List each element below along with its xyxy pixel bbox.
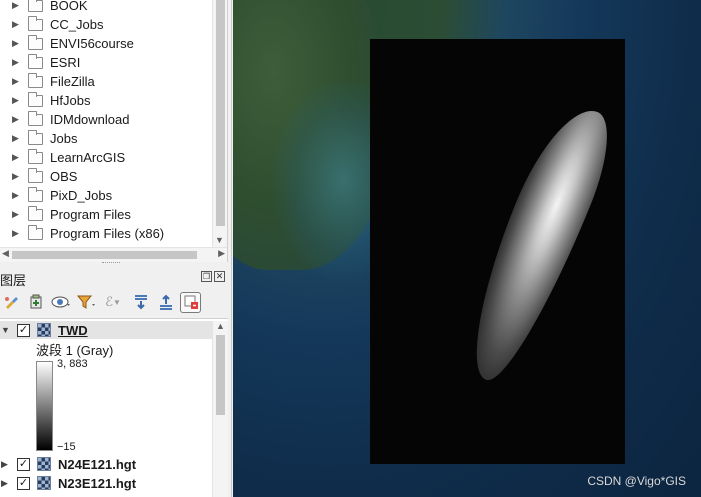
- watermark: CSDN @Vigo*GIS: [587, 474, 686, 488]
- collapse-all-icon[interactable]: [155, 292, 176, 313]
- layers-toolbar: ℰ ▼: [0, 290, 230, 314]
- color-ramp-legend: [36, 361, 53, 451]
- expand-arrow-icon[interactable]: ▶: [12, 76, 22, 87]
- browser-item[interactable]: ▶ BOOK: [0, 0, 212, 15]
- dem-island-relief: [450, 96, 624, 392]
- expand-arrow-icon[interactable]: ▶: [12, 152, 22, 163]
- folder-icon: [28, 53, 43, 69]
- scroll-up-icon[interactable]: ▲: [216, 321, 225, 331]
- folder-icon: [28, 205, 43, 221]
- map-canvas[interactable]: CSDN @Vigo*GIS: [233, 0, 701, 497]
- expand-arrow-icon[interactable]: ▶: [1, 459, 11, 470]
- folder-icon: [28, 0, 43, 12]
- layer-row-n24e121[interactable]: ▶ ✓ N24E121.hgt: [0, 455, 136, 473]
- splitter-handle[interactable]: [102, 262, 120, 266]
- expand-arrow-icon[interactable]: ▶: [12, 133, 22, 144]
- remove-layer-icon[interactable]: [180, 291, 201, 313]
- left-panel: ▶ BOOK ▶ CC_Jobs ▶ ENVI56course ▶ ESRI ▶ File…: [0, 0, 232, 497]
- expand-arrow-icon[interactable]: ▶: [12, 190, 22, 201]
- band-label: 波段 1 (Gray): [36, 343, 114, 358]
- expand-all-icon[interactable]: [130, 292, 151, 313]
- layer-name[interactable]: N23E121.hgt: [58, 476, 136, 491]
- browser-item[interactable]: ▶ ENVI56course: [0, 34, 212, 53]
- browser-item[interactable]: ▶ Jobs: [0, 129, 212, 148]
- layer-tree-scrollbar[interactable]: ▲: [212, 321, 228, 497]
- dem-raster-extent: [370, 39, 625, 464]
- folder-icon: [28, 129, 43, 145]
- add-group-icon[interactable]: [25, 292, 46, 313]
- raster-layer-icon: [37, 323, 51, 337]
- expand-arrow-icon[interactable]: ▶: [12, 114, 22, 125]
- folder-icon: [28, 148, 43, 164]
- folder-icon: [28, 72, 43, 88]
- scroll-right-icon[interactable]: ▶: [218, 248, 225, 259]
- browser-horizontal-scrollbar[interactable]: ◀ ▶: [0, 247, 227, 262]
- layer-visibility-checkbox[interactable]: ✓: [17, 323, 30, 337]
- folder-icon: [28, 91, 43, 107]
- layer-row-n23e121[interactable]: ▶ ✓ N23E121.hgt: [0, 474, 136, 492]
- expand-arrow-icon[interactable]: ▶: [12, 57, 22, 68]
- expression-filter-icon[interactable]: ℰ ▼: [100, 292, 126, 313]
- layer-visibility-checkbox[interactable]: ✓: [17, 476, 30, 490]
- expand-arrow-icon[interactable]: ▶: [12, 228, 22, 239]
- folder-icon: [28, 34, 43, 50]
- expand-arrow-icon[interactable]: ▶: [12, 171, 22, 182]
- folder-icon: [28, 15, 43, 31]
- ramp-min-value: −15: [57, 441, 76, 453]
- expand-arrow-icon[interactable]: ▶: [12, 19, 22, 30]
- close-icon[interactable]: ✕: [214, 271, 225, 282]
- visibility-icon[interactable]: [50, 292, 71, 313]
- browser-item[interactable]: ▶ Program Files (x86): [0, 224, 212, 243]
- folder-icon: [28, 167, 43, 183]
- browser-item[interactable]: ▶ LearnArcGIS: [0, 148, 212, 167]
- float-panel-icon[interactable]: ❐: [201, 271, 212, 282]
- layer-name[interactable]: TWD: [58, 323, 88, 338]
- browser-item[interactable]: ▶ HfJobs: [0, 91, 212, 110]
- expand-arrow-icon[interactable]: ▶: [1, 478, 11, 489]
- ramp-max-value: 3, 883: [57, 358, 88, 370]
- layer-tree: ▼ ✓ TWD 波段 1 (Gray) 3, 883 −15 ▶ ✓ N24E1…: [0, 318, 228, 497]
- scroll-left-icon[interactable]: ◀: [2, 248, 9, 259]
- style-manager-icon[interactable]: [0, 292, 21, 313]
- browser-item[interactable]: ▶ OBS: [0, 167, 212, 186]
- raster-layer-icon: [37, 476, 51, 490]
- expand-arrow-icon[interactable]: ▶: [12, 38, 22, 49]
- folder-icon: [28, 110, 43, 126]
- browser-panel: ▶ BOOK ▶ CC_Jobs ▶ ENVI56course ▶ ESRI ▶ File…: [0, 0, 228, 262]
- layer-name[interactable]: N24E121.hgt: [58, 457, 136, 472]
- filter-icon[interactable]: [75, 292, 96, 313]
- browser-item[interactable]: ▶ ESRI: [0, 53, 212, 72]
- raster-layer-icon: [37, 457, 51, 471]
- scroll-down-icon[interactable]: ▼: [215, 235, 224, 245]
- folder-icon: [28, 186, 43, 202]
- folder-icon: [28, 224, 43, 240]
- expand-arrow-icon[interactable]: ▶: [12, 209, 22, 220]
- browser-item[interactable]: ▶ PixD_Jobs: [0, 186, 212, 205]
- scrollbar-thumb[interactable]: [216, 335, 225, 415]
- collapse-arrow-icon[interactable]: ▼: [1, 325, 11, 335]
- layer-row-twd[interactable]: ▼ ✓ TWD: [0, 321, 88, 339]
- browser-item[interactable]: ▶ IDMdownload: [0, 110, 212, 129]
- browser-item[interactable]: ▶ CC_Jobs: [0, 15, 212, 34]
- browser-item[interactable]: ▶ Program Files: [0, 205, 212, 224]
- browser-item[interactable]: ▶ FileZilla: [0, 72, 212, 91]
- scrollbar-thumb[interactable]: [216, 0, 225, 226]
- browser-vertical-scrollbar[interactable]: ▼: [212, 0, 227, 247]
- scrollbar-thumb[interactable]: [12, 251, 197, 259]
- expand-arrow-icon[interactable]: ▶: [12, 95, 22, 106]
- layer-visibility-checkbox[interactable]: ✓: [17, 457, 30, 471]
- layers-panel-title: 图层: [0, 273, 27, 288]
- expand-arrow-icon[interactable]: ▶: [12, 0, 22, 11]
